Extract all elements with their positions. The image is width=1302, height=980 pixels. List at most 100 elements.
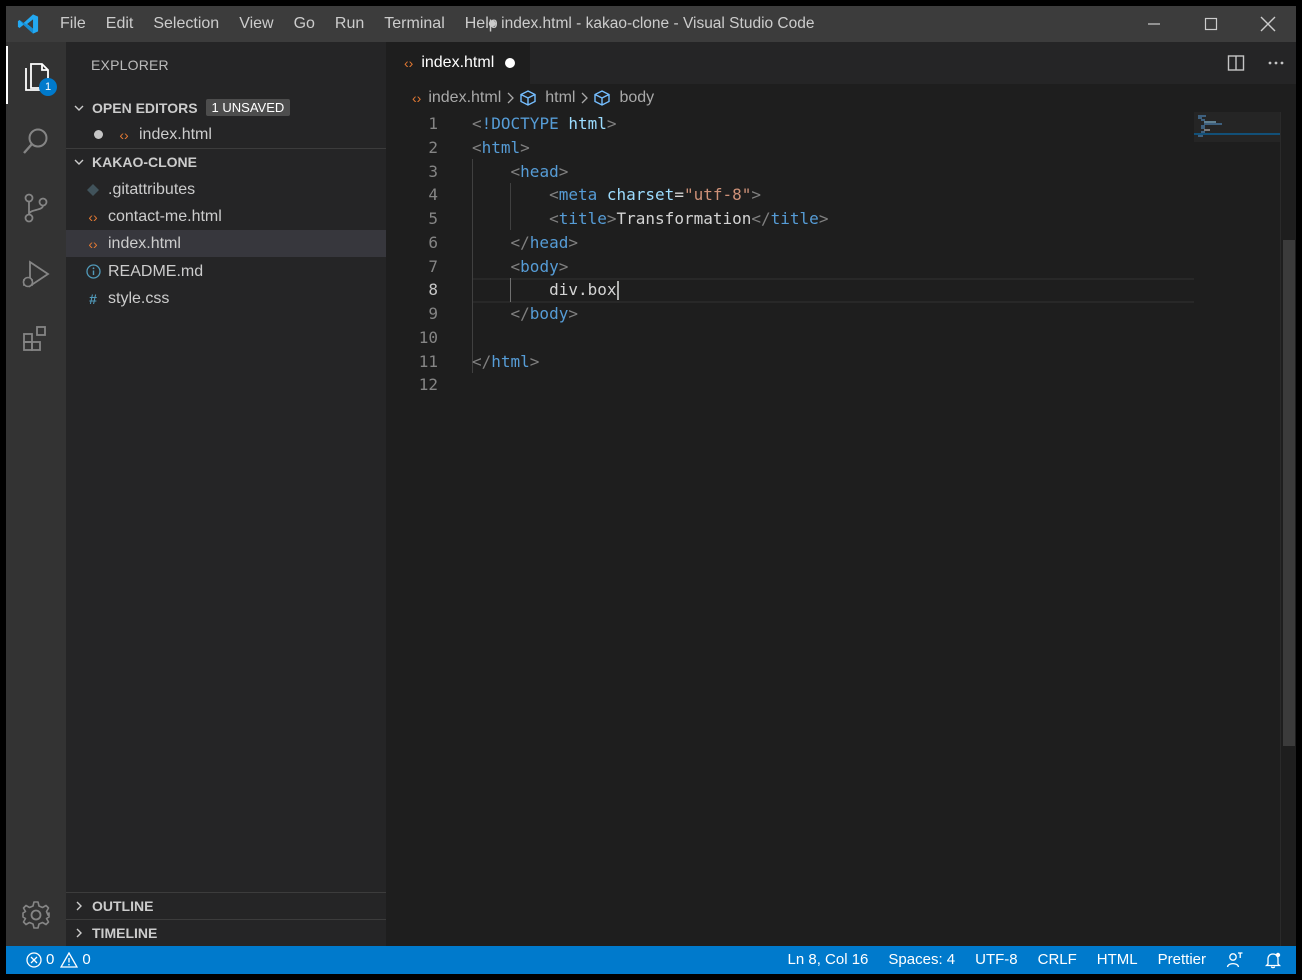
problems-indicator[interactable]: 0 0 — [26, 946, 101, 974]
minimap[interactable] — [1194, 112, 1280, 946]
unsaved-badge: 1 UNSAVED — [205, 99, 291, 116]
code-line-3: <head> — [510, 161, 569, 181]
file-label: index.html — [108, 234, 181, 252]
warning-count: 0 — [82, 951, 91, 968]
extensions-icon — [23, 326, 46, 351]
file-item-style[interactable]: # style.css — [66, 285, 386, 312]
encoding[interactable]: UTF-8 — [965, 946, 1028, 974]
line-number: 7 — [428, 256, 438, 276]
tab-bar: ‹› index.html — [386, 42, 1296, 84]
tag-meta: meta — [558, 185, 598, 205]
file-item-readme[interactable]: README.md — [66, 258, 386, 285]
outline-label: OUTLINE — [92, 898, 154, 914]
tag-head-open: head — [520, 161, 559, 181]
tag-body-close: body — [529, 304, 569, 323]
split-editor-icon — [1227, 55, 1245, 71]
activity-explorer[interactable]: 1 — [6, 46, 66, 104]
code-line-1: <!DOCTYPE html> — [472, 114, 617, 133]
file-label: style.css — [108, 289, 170, 307]
tab-index-html[interactable]: ‹› index.html — [386, 42, 530, 84]
line-number: 4 — [428, 185, 438, 205]
more-actions-button[interactable] — [1256, 42, 1296, 84]
menu-terminal[interactable]: Terminal — [374, 6, 454, 42]
error-icon — [26, 952, 42, 968]
outline-header[interactable]: OUTLINE — [66, 892, 386, 919]
file-item-index[interactable]: ‹› index.html — [66, 230, 386, 257]
title-bar: File Edit Selection View Go Run Terminal… — [6, 6, 1296, 42]
bell-icon — [1264, 952, 1282, 969]
unsaved-dot-icon[interactable] — [94, 130, 103, 139]
doctype-keyword: !DOCTYPE — [481, 114, 559, 133]
explorer-sidebar: EXPLORER OPEN EDITORS 1 UNSAVED ‹› index… — [66, 42, 386, 946]
menu-help[interactable]: Help — [455, 6, 508, 42]
editor-actions — [1216, 42, 1296, 84]
info-icon — [85, 264, 101, 280]
end-of-line[interactable]: CRLF — [1028, 946, 1087, 974]
language-mode[interactable]: HTML — [1087, 946, 1148, 974]
project-folder-header[interactable]: KAKAO-CLONE — [66, 148, 386, 175]
notifications-button[interactable] — [1254, 951, 1282, 969]
line-number: 11 — [418, 351, 438, 371]
indentation[interactable]: Spaces: 4 — [878, 946, 965, 974]
open-editor-item[interactable]: ‹› index.html — [66, 121, 386, 148]
file-item-gitattributes[interactable]: .gitattributes — [66, 176, 386, 203]
css-file-icon: # — [89, 290, 97, 307]
menu-go[interactable]: Go — [284, 6, 325, 42]
file-label: contact-me.html — [108, 207, 222, 225]
code-line-5: <title>Transformation</title> — [549, 209, 829, 228]
vertical-scrollbar[interactable] — [1280, 112, 1296, 946]
code-line-7: <body> — [510, 256, 569, 276]
line-number: 5 — [428, 209, 438, 228]
chevron-right-icon — [76, 928, 82, 938]
activity-search[interactable] — [6, 112, 66, 170]
timeline-label: TIMELINE — [92, 925, 158, 941]
open-editor-label: index.html — [139, 125, 212, 143]
menu-run[interactable]: Run — [325, 6, 374, 42]
source-control-icon — [24, 193, 48, 223]
line-number: 12 — [418, 375, 438, 395]
explorer-badge: 1 — [39, 78, 57, 96]
chevron-right-icon — [579, 92, 589, 104]
timeline-header[interactable]: TIMELINE — [66, 919, 386, 946]
menu-edit[interactable]: Edit — [96, 6, 144, 42]
code-line-11: </html> — [472, 351, 540, 371]
more-icon — [1268, 61, 1284, 65]
open-editors-label: OPEN EDITORS — [92, 99, 198, 116]
maximize-icon — [1204, 17, 1217, 31]
breadcrumb-file[interactable]: index.html — [428, 89, 501, 107]
line-number: 8 — [428, 280, 438, 300]
code-line-4: <meta charset="utf-8"> — [549, 185, 762, 205]
symbol-element-icon — [520, 90, 536, 106]
vscode-window: File Edit Selection View Go Run Terminal… — [6, 6, 1296, 974]
cursor-position[interactable]: Ln 8, Col 16 — [778, 946, 879, 974]
activity-run-debug[interactable] — [6, 245, 66, 303]
code-editor[interactable]: 1 2 3 4 5 6 7 8 9 10 11 12 <!DOCTYPE htm… — [386, 112, 1296, 946]
menu-view[interactable]: View — [229, 6, 283, 42]
split-editor-button[interactable] — [1216, 42, 1256, 84]
html-file-icon: ‹› — [404, 55, 414, 71]
line-number: 2 — [428, 137, 438, 157]
menu-file[interactable]: File — [50, 6, 96, 42]
file-item-contact-me[interactable]: ‹› contact-me.html — [66, 203, 386, 230]
breadcrumb-html[interactable]: html — [545, 89, 575, 107]
formatter[interactable]: Prettier — [1148, 946, 1216, 974]
unsaved-dot-icon[interactable] — [505, 58, 516, 68]
activity-extensions[interactable] — [6, 310, 66, 368]
open-editors-header[interactable]: OPEN EDITORS 1 UNSAVED — [66, 94, 386, 121]
feedback-button[interactable] — [1216, 951, 1254, 969]
tag-html-open: html — [481, 137, 521, 157]
maximize-button[interactable] — [1182, 6, 1239, 42]
error-count: 0 — [46, 951, 55, 968]
search-icon — [23, 128, 48, 154]
minimize-button[interactable] — [1125, 6, 1182, 42]
menu-selection[interactable]: Selection — [143, 6, 229, 42]
symbol-element-icon — [594, 90, 611, 106]
activity-manage[interactable] — [6, 886, 66, 944]
project-folder-label: KAKAO-CLONE — [92, 154, 197, 170]
feedback-icon — [1226, 952, 1243, 968]
activity-source-control[interactable] — [6, 179, 66, 237]
scrollbar-thumb[interactable] — [1283, 240, 1295, 746]
breadcrumb: ‹› index.html html body — [386, 84, 1296, 112]
breadcrumb-body[interactable]: body — [619, 89, 654, 107]
close-button[interactable] — [1239, 6, 1296, 42]
